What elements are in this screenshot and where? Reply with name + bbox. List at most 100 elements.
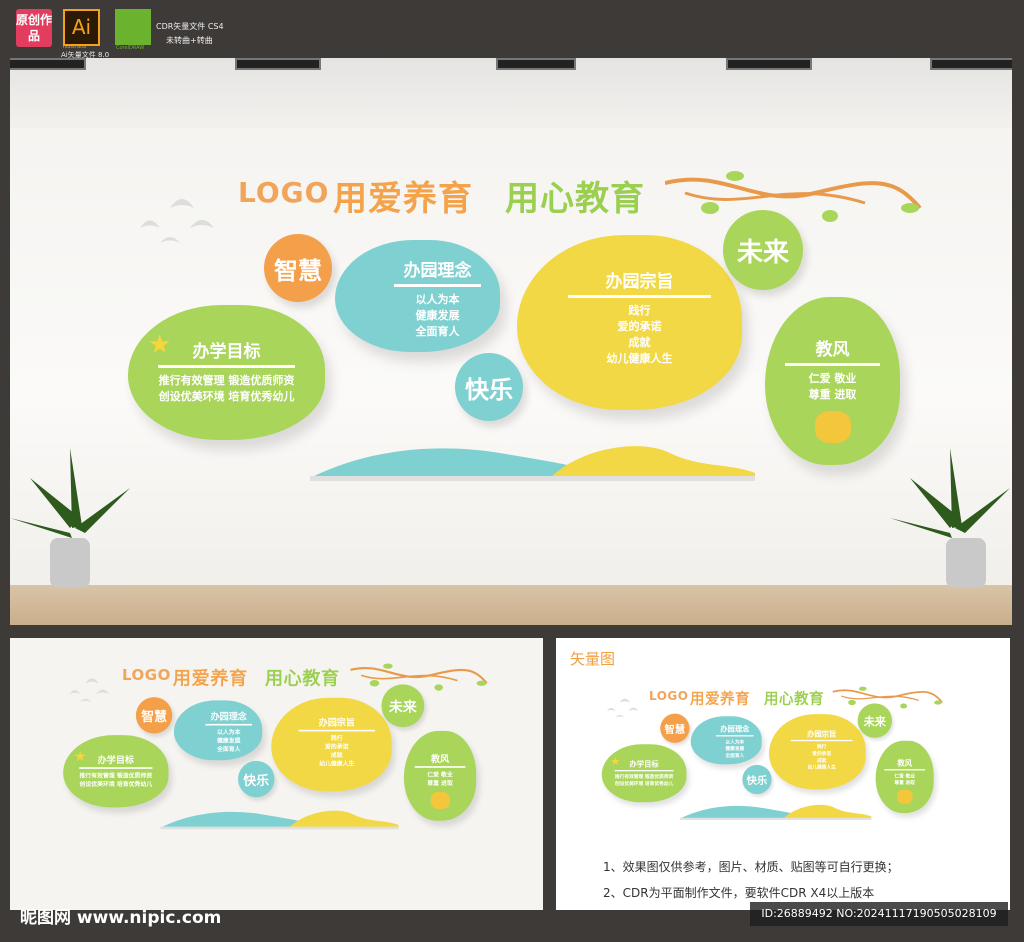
philosophy-blob: 办园理念 以人为本 健康发展 全面育人 (173, 700, 263, 761)
cdr-title: CDR矢量文件 CS4 (156, 22, 224, 31)
goal-line: 创设优美环境 培育优秀幼儿 (158, 390, 295, 403)
slogan-2: 用心教育 (264, 667, 340, 690)
render-main: LOGO 用爱养育 用心教育 智慧 办园理念 以人为本健康发展全面育人 办学目标… (10, 58, 1012, 625)
purpose-line: 爱的承诺 (812, 750, 832, 757)
wisdom-circle: 智慧 (135, 697, 173, 734)
style-line: 尊重 进取 (894, 779, 915, 786)
purpose-line: 成就 (330, 751, 343, 759)
goal-blob: 办学目标 推行有效管理 锻造优质师资 创设优美环境 培育优秀幼儿 (63, 735, 169, 808)
plant-right-icon (890, 448, 1010, 588)
star-icon: ★ (73, 748, 87, 765)
happy-circle: 快乐 (238, 760, 275, 798)
coreldraw-icon (115, 9, 151, 45)
watermark: 昵图网 www.nipic.com (20, 908, 222, 928)
purpose-line: 幼儿健康人生 (807, 764, 836, 771)
star-icon: ★ (610, 754, 621, 768)
logo-text: LOGO (121, 666, 171, 684)
goal-line: 创设优美环境 培育优秀幼儿 (614, 780, 674, 787)
slogan-1: 用爱养育 (172, 667, 248, 690)
purpose-blob: 办园宗旨 践行爱的承诺成就幼儿健康人生 (517, 235, 742, 410)
wisdom-circle: 智慧 (264, 234, 332, 302)
purpose-line: 践行 (628, 304, 651, 317)
future-circle: 未来 (857, 703, 892, 738)
philosophy-line: 健康发展 (216, 737, 241, 745)
philosophy-line: 健康发展 (725, 745, 745, 752)
birds-icon (140, 199, 214, 243)
wave-decoration (160, 810, 399, 830)
philosophy-title: 办园理念 (720, 725, 750, 734)
star-icon: ★ (148, 330, 172, 360)
philosophy-title: 办园理念 (403, 261, 472, 281)
goal-line: 推行有效管理 锻造优质师资 (158, 374, 295, 387)
id-label: ID:26889492 NO:20241117190505028109 (750, 902, 1008, 926)
style-title: 教风 (430, 753, 450, 765)
style-line: 尊重 进取 (427, 779, 453, 787)
purpose-line: 幼儿健康人生 (606, 352, 673, 365)
giraffe-icon (430, 791, 450, 809)
purpose-line: 爱的承诺 (617, 320, 662, 333)
render-small: LOGO 用爱养育 用心教育 智慧 办园理念 以人为本 健康发展 全面育人 办学目标… (10, 638, 543, 910)
giraffe-icon (814, 411, 851, 443)
style-line: 仁爱 敬业 (894, 773, 915, 779)
birds-icon (606, 698, 639, 718)
philosophy-line: 以人为本 (725, 739, 745, 745)
philosophy-line: 全面育人 (216, 745, 241, 753)
vine-icon (350, 663, 488, 691)
style-line: 仁爱 敬业 (427, 770, 453, 778)
purpose-blob: 办园宗旨 践行 爱的承诺 成就 幼儿健康人生 (769, 714, 866, 790)
purpose-blob: 办园宗旨 践行 爱的承诺 成就 幼儿健康人生 (271, 697, 392, 792)
cdr-sub: 未转曲+转曲 (166, 36, 213, 45)
style-title: 教风 (897, 759, 912, 768)
birds-icon (69, 678, 110, 702)
slogan-2: 用心教育 (763, 690, 825, 708)
purpose-line: 成就 (816, 757, 827, 764)
plant-left-icon (10, 448, 130, 588)
philosophy-blob: 办园理念 以人为本 健康发展 全面育人 (690, 716, 762, 765)
philosophy-line: 全面育人 (725, 752, 745, 759)
philosophy-line: 健康发展 (415, 309, 460, 322)
wave-decoration (310, 446, 755, 481)
goal-blob: 办学目标 推行有效管理 锻造优质师资 创设优美环境 培育优秀幼儿 (128, 305, 325, 440)
vine-icon (665, 171, 922, 222)
logo-text: LOGO (649, 688, 689, 703)
cdr-caption: CorelDRAW (116, 45, 145, 51)
philosophy-line: 全面育人 (415, 325, 460, 338)
purpose-title: 办园宗旨 (318, 717, 355, 729)
goal-line: 推行有效管理 锻造优质师资 (79, 772, 153, 780)
slogan-1: 用爱养育 (689, 690, 751, 708)
original-badge: 原创作品 (16, 9, 52, 47)
culture-wall: LOGO 用爱养育 用心教育 智慧 办园理念 以人为本健康发展全面育人 办学目标… (10, 58, 1012, 625)
happy-circle: 快乐 (455, 353, 523, 421)
slogan-2: 用心教育 (505, 179, 645, 219)
purpose-line: 成就 (628, 336, 651, 349)
philosophy-line: 以人为本 (415, 293, 460, 306)
philosophy-blob: 办园理念 以人为本健康发展全面育人 (335, 240, 500, 352)
style-line: 仁爱 敬业 (808, 372, 857, 385)
philosophy-line: 以人为本 (216, 728, 241, 736)
illustrator-icon: Ai (63, 9, 100, 46)
goal-line: 创设优美环境 培育优秀幼儿 (79, 780, 153, 788)
wisdom-circle: 智慧 (660, 713, 690, 743)
goal-blob: 办学目标 推行有效管理 锻造优质师资 创设优美环境 培育优秀幼儿 (601, 744, 687, 803)
goal-line: 推行有效管理 锻造优质师资 (614, 773, 674, 780)
logo-text: LOGO (238, 176, 330, 209)
slogan-1: 用爱养育 (333, 179, 473, 219)
style-line: 尊重 进取 (808, 388, 857, 401)
philosophy-title: 办园理念 (210, 711, 247, 723)
vine-icon (832, 686, 943, 709)
style-blob: 教风 仁爱 敬业 尊重 进取 (875, 740, 934, 814)
style-title: 教风 (815, 340, 850, 360)
note-1: 1、效果图仅供参考，图片、材质、贴图等可自行更换； (603, 860, 899, 874)
wave-decoration (680, 804, 872, 820)
purpose-line: 爱的承诺 (325, 743, 349, 751)
happy-circle: 快乐 (742, 764, 772, 795)
style-blob: 教风 仁爱 敬业尊重 进取 (765, 297, 900, 465)
purpose-line: 践行 (816, 743, 827, 750)
future-circle: 未来 (381, 684, 425, 728)
note-2: 2、CDR为平面制作文件，要软件CDR X4以上版本 (603, 886, 875, 900)
purpose-line: 践行 (330, 734, 343, 742)
purpose-title: 办园宗旨 (807, 730, 837, 739)
purpose-line: 幼儿健康人生 (319, 760, 355, 768)
style-blob: 教风 仁爱 敬业 尊重 进取 (403, 730, 477, 821)
purpose-title: 办园宗旨 (605, 272, 674, 292)
